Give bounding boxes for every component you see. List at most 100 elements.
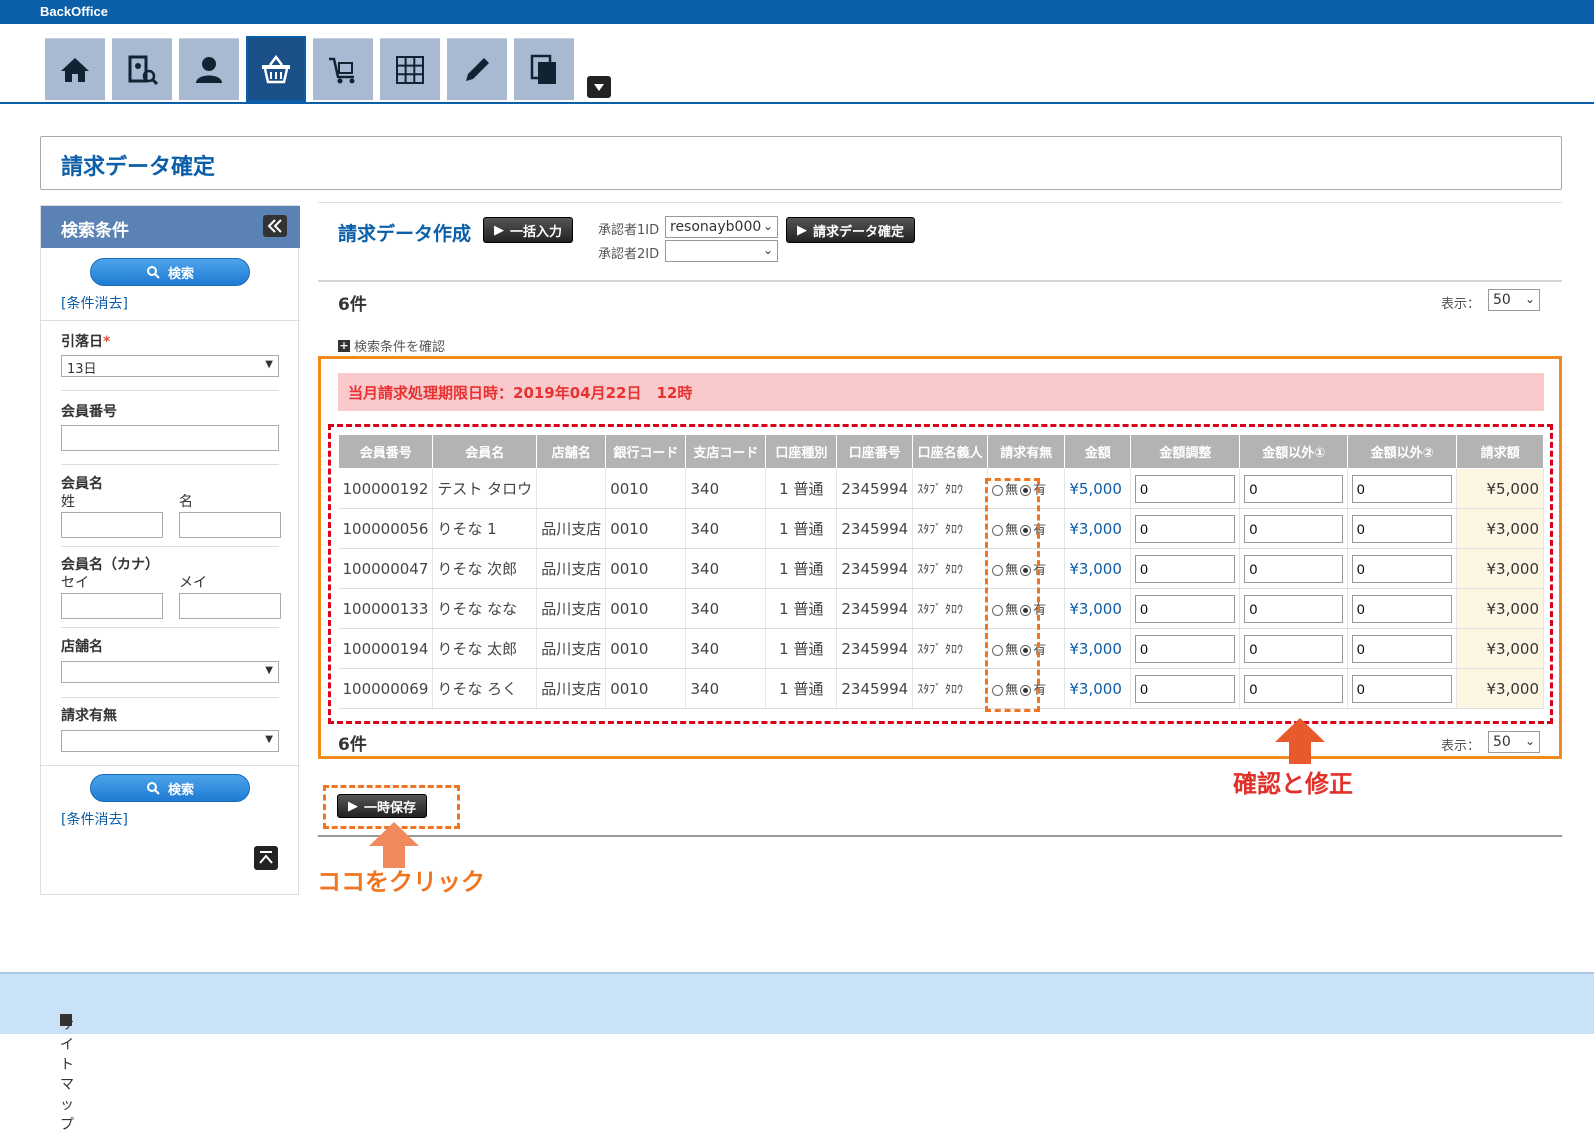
bulk-input-button[interactable]: ▶ 一括入力 (483, 217, 574, 243)
debit-date-select[interactable]: 13日 ▼ (61, 355, 279, 377)
nav-home-button[interactable] (45, 38, 105, 100)
search-icon (146, 266, 160, 279)
chevron-down-icon: ⌄ (1524, 292, 1535, 306)
display-value: 50 (1493, 292, 1511, 308)
chevron-down-icon (594, 84, 604, 91)
documents-icon (530, 54, 556, 84)
click-here-callout: ココをクリック (317, 868, 485, 896)
divider (61, 697, 279, 698)
billing-radio-highlight-box (985, 478, 1040, 712)
page-title-box: 請求データ確定 (40, 136, 1562, 190)
confirm-billing-button[interactable]: ▶ 請求データ確定 (786, 217, 916, 243)
chevron-down-icon: ▼ (265, 665, 273, 676)
home-icon (61, 57, 89, 82)
search-sidebar: 検索条件 検索 [条件消去] 引落日* 13日 ▼ 会員番号 会員名 姓 名 会員… (40, 205, 300, 895)
approver2-label: 承認者2ID (598, 247, 660, 262)
nav-user-button[interactable] (179, 38, 239, 100)
first-kana-label: メイ (179, 575, 207, 591)
conditions-toggle[interactable]: + 検索条件を確認 (338, 336, 445, 355)
arrow-up-icon (1275, 718, 1325, 764)
approver1-value: resonayb000 (670, 219, 762, 235)
double-chevron-left-icon (267, 219, 282, 233)
display-label-top: 表示： (1441, 297, 1481, 312)
divider (41, 765, 300, 766)
last-name-input[interactable] (61, 512, 163, 538)
search-icon (146, 782, 160, 795)
last-kana-input[interactable] (61, 593, 163, 619)
deadline-alert: 当月請求処理期限日時：2019年04月22日 12時 (338, 373, 1544, 411)
basket-icon (262, 54, 290, 84)
conditions-toggle-label: 検索条件を確認 (354, 340, 446, 355)
bulk-input-label: 一括入力 (510, 224, 563, 240)
nav-documents-button[interactable] (514, 38, 574, 100)
divider (61, 464, 279, 465)
result-count-bottom: 6件 (338, 735, 367, 755)
result-count-top: 6件 (338, 295, 367, 315)
debit-date-label-text: 引落日 (61, 334, 103, 350)
page-title: 請求データ確定 (61, 155, 216, 180)
scroll-top-button[interactable] (254, 846, 278, 870)
play-icon: ▶ (494, 222, 504, 238)
member-search-icon (128, 55, 159, 85)
last-kana-label: セイ (61, 575, 89, 591)
store-select[interactable]: ▼ (61, 661, 279, 683)
nav-more-dropdown[interactable] (587, 76, 611, 98)
pencil-icon (466, 57, 489, 81)
search-button-bottom[interactable]: 検索 (90, 774, 250, 802)
sidebar-title: 検索条件 (61, 221, 129, 241)
search-button-top[interactable]: 検索 (90, 258, 250, 286)
approver2-select[interactable]: ⌄ (665, 240, 778, 262)
member-kana-label: 会員名（カナ） (61, 557, 159, 573)
cart-icon (329, 57, 355, 83)
chevron-down-icon: ⌄ (762, 219, 773, 233)
chevron-up-icon (259, 851, 273, 864)
approver1-select[interactable]: resonayb000 ⌄ (665, 216, 778, 238)
first-name-label: 名 (179, 494, 193, 510)
top-bar: BackOffice (0, 0, 1594, 24)
user-icon (196, 56, 222, 83)
display-value: 50 (1493, 734, 1511, 750)
main-title: 請求データ作成 (338, 223, 472, 245)
divider (61, 390, 279, 391)
clear-conditions-link-bottom[interactable]: [条件消去] (61, 809, 128, 829)
nav-member-search-button[interactable] (112, 38, 172, 100)
table-highlight-box (328, 424, 1553, 724)
display-count-select-bottom[interactable]: 50 ⌄ (1488, 731, 1540, 753)
grid-icon (396, 55, 424, 84)
search-button-label: 検索 (167, 266, 194, 282)
nav-basket-button[interactable] (246, 36, 306, 102)
collapse-sidebar-button[interactable] (263, 215, 287, 237)
member-no-label: 会員番号 (61, 404, 117, 420)
divider (61, 546, 279, 547)
member-name-label: 会員名 (61, 476, 103, 492)
check-fix-callout: 確認と修正 (1233, 770, 1353, 798)
sidebar-header: 検索条件 (41, 206, 300, 248)
debit-date-label: 引落日* (61, 331, 110, 351)
chevron-down-icon: ▼ (265, 359, 273, 370)
clear-conditions-link-top[interactable]: [条件消去] (61, 293, 128, 313)
debit-date-value: 13日 (67, 362, 97, 377)
app-brand: BackOffice (40, 4, 108, 19)
chevron-down-icon: ⌄ (1524, 734, 1535, 748)
chevron-down-icon: ⌄ (762, 243, 773, 257)
first-name-input[interactable] (179, 512, 281, 538)
required-mark: * (103, 334, 111, 350)
main-nav (0, 24, 1594, 104)
divider (318, 835, 1562, 837)
billing-select[interactable]: ▼ (61, 730, 279, 752)
nav-grid-button[interactable] (380, 38, 440, 100)
member-no-input[interactable] (61, 425, 279, 451)
footer: + サイトマップ (0, 972, 1594, 1133)
last-name-label: 姓 (61, 494, 75, 510)
confirm-billing-label: 請求データ確定 (813, 224, 905, 240)
billing-label: 請求有無 (61, 708, 117, 724)
divider (41, 320, 300, 321)
chevron-down-icon: ▼ (265, 734, 273, 745)
divider (318, 280, 1562, 282)
nav-cart-button[interactable] (313, 38, 373, 100)
approver1-label: 承認者1ID (598, 223, 660, 238)
nav-pencil-button[interactable] (447, 38, 507, 100)
first-kana-input[interactable] (179, 593, 281, 619)
display-count-select-top[interactable]: 50 ⌄ (1488, 289, 1540, 311)
divider (61, 627, 279, 628)
